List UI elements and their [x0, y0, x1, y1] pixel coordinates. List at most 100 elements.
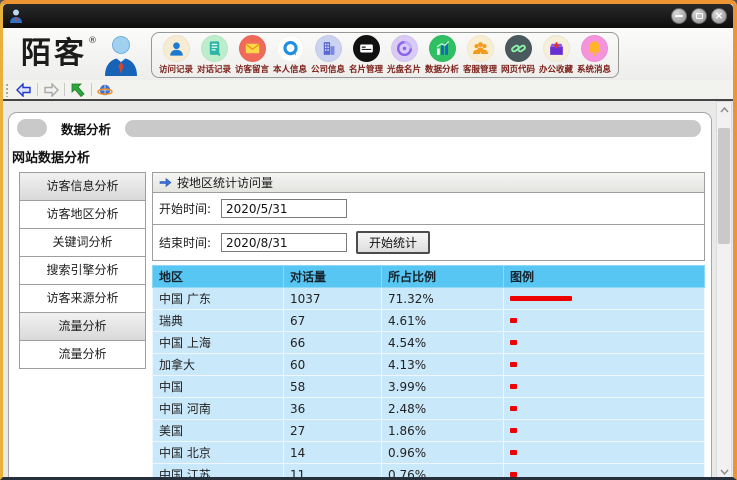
- region-cell: 中国 江苏: [153, 464, 284, 480]
- sidebar-item-search-engine-analysis[interactable]: 搜索引擎分析: [20, 257, 145, 285]
- percentage-cell: 1.86%: [382, 420, 504, 442]
- start-time-input[interactable]: [221, 199, 347, 218]
- sidebar-item-visitor-info-analysis[interactable]: 访客信息分析: [20, 173, 145, 201]
- main-toolbar: 访问记录 对话记录 访客留言 本人信息 公司信息 名片管理 光盘名片 数据分析 …: [151, 32, 619, 78]
- vertical-scrollbar[interactable]: [716, 101, 732, 480]
- tab-data-analysis[interactable]: 数据分析: [61, 119, 111, 138]
- sidebar-item-visitor-source-analysis[interactable]: 访客来源分析: [20, 285, 145, 313]
- region-cell: 瑞典: [153, 310, 284, 332]
- count-cell: 1037: [284, 288, 382, 310]
- column-header-2: 所占比例: [382, 266, 504, 288]
- toolbar-item-visit-records[interactable]: 访问记录: [157, 35, 195, 75]
- table-row: 中国 河南362.48%: [153, 398, 705, 420]
- toolbar-item-web-code[interactable]: 网页代码: [499, 35, 537, 75]
- region-cell: 加拿大: [153, 354, 284, 376]
- envelope-icon: [239, 35, 266, 62]
- panel-title: 按地区统计访问量: [177, 174, 273, 191]
- region-statistics-table: 地区对话量所占比例图例 中国 广东103771.32%瑞典674.61%中国 上…: [152, 265, 705, 480]
- region-cell: 中国 上海: [153, 332, 284, 354]
- people-group-icon: [467, 35, 494, 62]
- legend-cell: [504, 420, 705, 442]
- toolbar-item-my-info[interactable]: 本人信息: [271, 35, 309, 75]
- sidebar-item-visitor-region-analysis[interactable]: 访客地区分析: [20, 201, 145, 229]
- chevron-up-icon: [720, 107, 729, 113]
- sidebar-item-traffic-analysis-group[interactable]: 流量分析: [20, 313, 145, 341]
- count-cell: 27: [284, 420, 382, 442]
- separator: [64, 83, 65, 96]
- toolbar-item-system-messages[interactable]: 系统消息: [575, 35, 613, 75]
- app-header: 陌客 ® 访问记录 对话记录 访客留言 本人信息 公司信息 名片管: [3, 28, 733, 80]
- table-row: 中国 广东103771.32%: [153, 288, 705, 310]
- sidebar: 访客信息分析访客地区分析关键词分析搜索引擎分析访客来源分析流量分析流量分析: [19, 172, 146, 369]
- back-button[interactable]: [13, 81, 35, 98]
- count-cell: 66: [284, 332, 382, 354]
- table-row: 中国 上海664.54%: [153, 332, 705, 354]
- go-button[interactable]: [67, 81, 89, 98]
- percentage-cell: 3.99%: [382, 376, 504, 398]
- percentage-cell: 4.13%: [382, 354, 504, 376]
- panel-header: 按地区统计访问量: [152, 172, 705, 193]
- legend-bar: [510, 318, 517, 323]
- tab-bar-decoration: [125, 120, 701, 137]
- tab-pill-decoration: [17, 119, 47, 137]
- window-controls: ×: [671, 8, 727, 24]
- legend-bar: [510, 340, 517, 345]
- scroll-up-button[interactable]: [717, 102, 731, 117]
- person-icon: [163, 35, 190, 62]
- toolbar-item-company-info[interactable]: 公司信息: [309, 35, 347, 75]
- legend-bar: [510, 450, 517, 455]
- card-body: 访客信息分析访客地区分析关键词分析搜索引擎分析访客来源分析流量分析流量分析 按地…: [9, 172, 711, 480]
- minimize-icon: [675, 15, 683, 17]
- table-body: 中国 广东103771.32%瑞典674.61%中国 上海664.54%加拿大6…: [153, 288, 705, 480]
- toolbar-item-chat-records[interactable]: 对话记录: [195, 35, 233, 75]
- region-cell: 中国 广东: [153, 288, 284, 310]
- count-cell: 36: [284, 398, 382, 420]
- app-icon: [9, 8, 23, 24]
- green-arrow-icon: [70, 83, 86, 97]
- toolbar-item-office-favorites[interactable]: 办公收藏: [537, 35, 575, 75]
- region-cell: 中国: [153, 376, 284, 398]
- link-icon: [505, 35, 532, 62]
- globe-icon: [97, 83, 113, 97]
- legend-cell: [504, 464, 705, 480]
- maximize-icon: [696, 13, 703, 19]
- forward-button[interactable]: [40, 81, 62, 98]
- region-cell: 中国 河南: [153, 398, 284, 420]
- registered-trademark: ®: [88, 36, 97, 46]
- building-icon: [315, 35, 342, 62]
- legend-bar: [510, 406, 517, 411]
- legend-bar: [510, 296, 572, 301]
- scroll-down-button[interactable]: [717, 464, 731, 479]
- legend-bar: [510, 472, 517, 477]
- toolbar-item-card-management[interactable]: 名片管理: [347, 35, 385, 75]
- toolbar-item-disc-card[interactable]: 光盘名片: [385, 35, 423, 75]
- close-icon: ×: [714, 9, 723, 23]
- table-row: 中国 北京140.96%: [153, 442, 705, 464]
- maximize-button[interactable]: [691, 8, 707, 24]
- legend-bar: [510, 362, 517, 367]
- count-cell: 58: [284, 376, 382, 398]
- table-row: 中国583.99%: [153, 376, 705, 398]
- count-cell: 60: [284, 354, 382, 376]
- avatar-icon: [103, 34, 139, 76]
- legend-cell: [504, 310, 705, 332]
- browser-home-button[interactable]: [94, 81, 116, 98]
- app-window: × 陌客 ® 访问记录 对话记录 访客留言 本人信息: [0, 0, 737, 480]
- scrollbar-thumb[interactable]: [718, 128, 730, 244]
- sidebar-item-keyword-analysis[interactable]: 关键词分析: [20, 229, 145, 257]
- toolbar-item-data-analysis[interactable]: 数据分析: [423, 35, 461, 75]
- table-row: 中国 江苏110.76%: [153, 464, 705, 480]
- start-statistics-button[interactable]: 开始统计: [356, 231, 430, 254]
- legend-bar: [510, 384, 517, 389]
- brand: 陌客 ®: [21, 32, 139, 76]
- percentage-cell: 71.32%: [382, 288, 504, 310]
- sidebar-item-traffic-analysis[interactable]: 流量分析: [20, 341, 145, 369]
- chat-bubble-icon: [277, 35, 304, 62]
- toolbar-grip[interactable]: [5, 83, 9, 97]
- end-time-label: 结束时间:: [159, 234, 221, 251]
- close-button[interactable]: ×: [711, 8, 727, 24]
- toolbar-item-service-management[interactable]: 客服管理: [461, 35, 499, 75]
- minimize-button[interactable]: [671, 8, 687, 24]
- toolbar-item-visitor-messages[interactable]: 访客留言: [233, 35, 271, 75]
- end-time-input[interactable]: [221, 233, 347, 252]
